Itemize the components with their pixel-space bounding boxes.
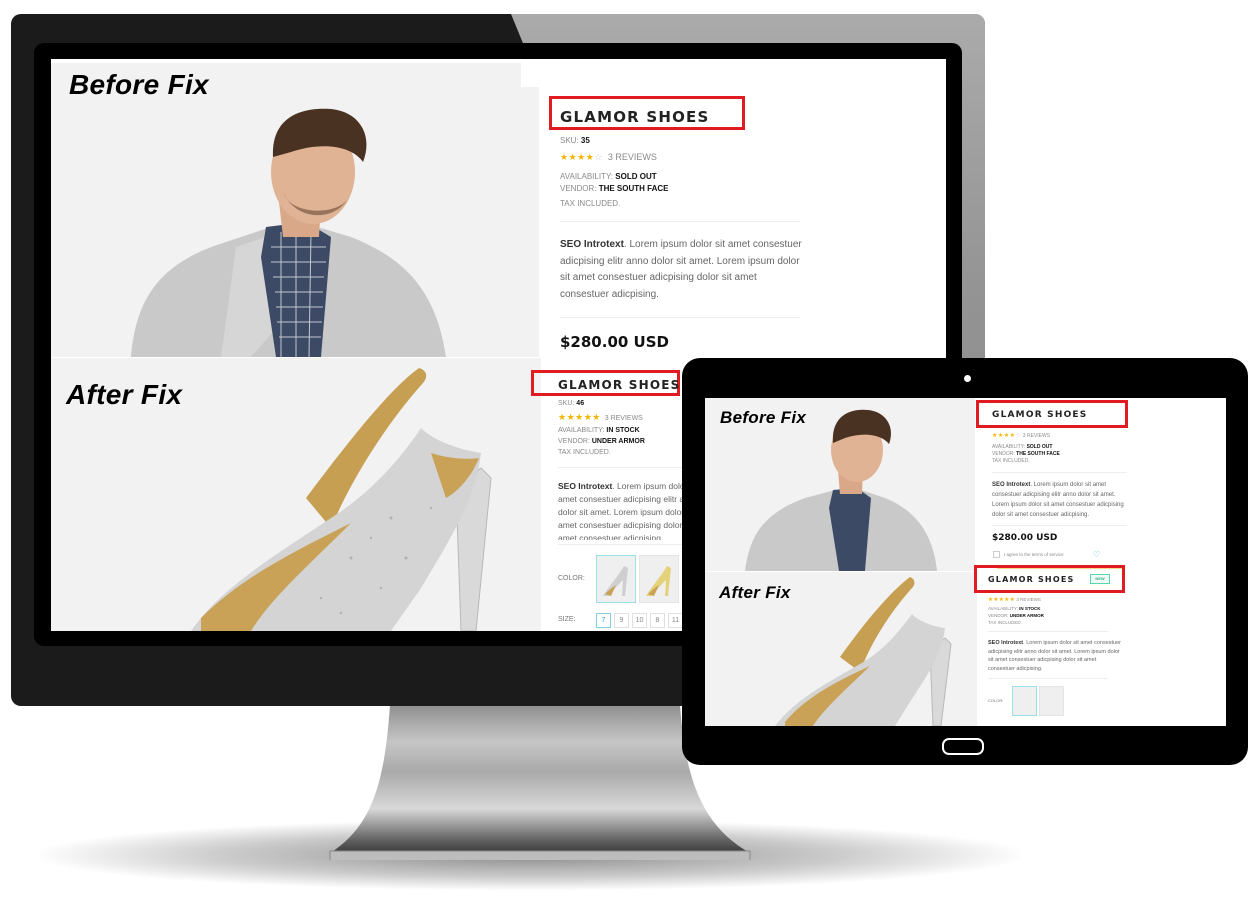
tablet-device: Before Fix GLAMOR SHOES ★★★★☆ 3 REVIEWS … xyxy=(682,358,1248,765)
tablet-after-title: GLAMOR SHOES xyxy=(988,575,1075,584)
tablet-before-vendor: VENDOR: THE SOUTH FACE xyxy=(992,451,1060,457)
tablet-before-fix-label: Before Fix xyxy=(720,408,807,427)
tablet-screen: Before Fix GLAMOR SHOES ★★★★☆ 3 REVIEWS … xyxy=(705,398,1226,726)
availability-label: AVAILABILITY: xyxy=(988,606,1018,611)
divider xyxy=(560,317,800,318)
availability-value: SOLD OUT xyxy=(1026,444,1053,450)
color-swatch-silver[interactable] xyxy=(596,555,636,603)
availability-value: SOLD OUT xyxy=(615,172,657,181)
tablet-before-rating[interactable]: ★★★★☆ 3 REVIEWS xyxy=(992,432,1050,439)
rating-stars-icon: ★★★★★ xyxy=(558,412,601,422)
after-sku: SKU: 46 xyxy=(558,400,584,407)
before-tax: TAX INCLUDED. xyxy=(560,199,621,208)
before-sku: SKU: 35 xyxy=(560,136,590,145)
intro-bold: SEO Introtext xyxy=(992,482,1031,488)
vendor-label: VENDOR: xyxy=(988,613,1009,618)
vendor-label: VENDOR: xyxy=(992,451,1015,457)
before-vendor: VENDOR: THE SOUTH FACE xyxy=(560,184,668,193)
tablet-before-tax: TAX INCLUDED. xyxy=(992,458,1030,464)
after-vendor: VENDOR: UNDER ARMOR xyxy=(558,438,645,445)
vendor-label: VENDOR: xyxy=(558,438,590,445)
man-in-blazer-image xyxy=(131,108,446,357)
rating-stars-icon: ★★★★☆ xyxy=(560,152,603,162)
color-label: COLOR: xyxy=(988,698,1004,703)
tablet-after-vendor: VENDOR: UNDER ARMOR xyxy=(988,613,1044,618)
availability-label: AVAILABILITY: xyxy=(992,444,1026,450)
availability-value: IN STOCK xyxy=(606,427,640,434)
after-rating[interactable]: ★★★★★ 3 REVIEWS xyxy=(558,412,643,423)
vendor-value: THE SOUTH FACE xyxy=(1016,451,1060,457)
tablet-before-title: GLAMOR SHOES xyxy=(992,410,1088,420)
after-tax: TAX INCLUDED. xyxy=(558,449,611,456)
new-badge: NEW xyxy=(1090,574,1110,584)
divider xyxy=(988,678,1108,679)
before-product-image xyxy=(51,87,539,357)
after-availability: AVAILABILITY: IN STOCK xyxy=(558,427,640,434)
color-swatch-gold[interactable] xyxy=(1039,686,1064,716)
size-option-7[interactable]: 7 xyxy=(596,613,611,628)
vendor-value: UNDER ARMOR xyxy=(1009,613,1044,618)
tablet-before-availability: AVAILABILITY: SOLD OUT xyxy=(992,444,1052,450)
intro-bold: SEO Introtext xyxy=(988,640,1024,646)
color-swatch-silver[interactable] xyxy=(1012,686,1037,716)
terms-checkbox[interactable] xyxy=(993,551,1000,558)
intro-bold: SEO Introtext xyxy=(560,239,624,250)
tablet-before-price: $280.00 USD xyxy=(992,533,1058,543)
sku-label: SKU: xyxy=(560,136,579,145)
tablet-before-intro: SEO Introtext. Lorem ipsum dolor sit ame… xyxy=(992,480,1132,520)
availability-value: IN STOCK xyxy=(1019,606,1041,611)
rating-stars-icon: ★★★★★ xyxy=(988,597,1016,603)
divider xyxy=(992,525,1127,526)
vendor-value: UNDER ARMOR xyxy=(591,438,645,445)
tablet-after-fix-label: After Fix xyxy=(719,583,791,602)
before-price: $280.00 USD xyxy=(560,333,669,351)
tablet-after-intro: SEO Introtext. Lorem ipsum dolor sit ame… xyxy=(988,639,1123,673)
wishlist-heart-icon[interactable]: ♡ xyxy=(1093,550,1100,559)
size-option-10[interactable]: 10 xyxy=(632,613,647,628)
divider xyxy=(560,221,800,222)
vendor-label: VENDOR: xyxy=(560,184,597,193)
before-fix-label: Before Fix xyxy=(69,69,209,100)
gold-shoe-thumb-icon xyxy=(646,566,671,596)
silver-shoe-thumb-icon xyxy=(603,566,628,596)
camera-icon xyxy=(964,375,971,382)
divider xyxy=(988,631,1108,632)
reviews-link[interactable]: 3 REVIEWS xyxy=(1023,433,1050,439)
color-label: COLOR: xyxy=(558,575,585,582)
tablet-after-tax: TAX INCLUDED. xyxy=(988,620,1022,625)
reviews-link[interactable]: 3 REVIEWS xyxy=(608,152,657,162)
color-swatch-gold[interactable] xyxy=(639,555,679,603)
sku-value: 35 xyxy=(580,136,590,145)
tablet-after-availability: AVAILABILITY: IN STOCK xyxy=(988,606,1041,611)
before-rating[interactable]: ★★★★☆ 3 REVIEWS xyxy=(560,152,657,163)
sku-value: 46 xyxy=(576,400,585,407)
vendor-value: THE SOUTH FACE xyxy=(598,184,669,193)
before-availability: AVAILABILITY: SOLD OUT xyxy=(560,172,657,181)
size-option-9[interactable]: 9 xyxy=(614,613,629,628)
availability-label: AVAILABILITY: xyxy=(558,427,605,434)
before-product-title: GLAMOR SHOES xyxy=(560,108,710,126)
sku-label: SKU: xyxy=(558,400,575,407)
reviews-link[interactable]: 3 REVIEWS xyxy=(1016,597,1041,602)
after-fix-label: After Fix xyxy=(66,379,183,410)
rating-stars-icon: ★★★★☆ xyxy=(992,433,1022,439)
terms-label: I agree to the terms of service xyxy=(1004,552,1064,557)
tablet-after-rating[interactable]: ★★★★★ 3 REVIEWS xyxy=(988,597,1041,603)
availability-label: AVAILABILITY: xyxy=(560,172,614,181)
divider xyxy=(992,472,1127,473)
home-button[interactable] xyxy=(942,738,984,755)
size-option-8[interactable]: 8 xyxy=(650,613,665,628)
intro-bold: SEO Introtext xyxy=(558,481,613,491)
size-label: SIZE: xyxy=(558,616,576,623)
after-product-title: GLAMOR SHOES xyxy=(558,378,681,392)
size-option-11[interactable]: 11 xyxy=(668,613,683,628)
before-intro-text: SEO Introtext. Lorem ipsum dolor sit ame… xyxy=(560,237,805,303)
reviews-link[interactable]: 3 REVIEWS xyxy=(605,415,643,422)
